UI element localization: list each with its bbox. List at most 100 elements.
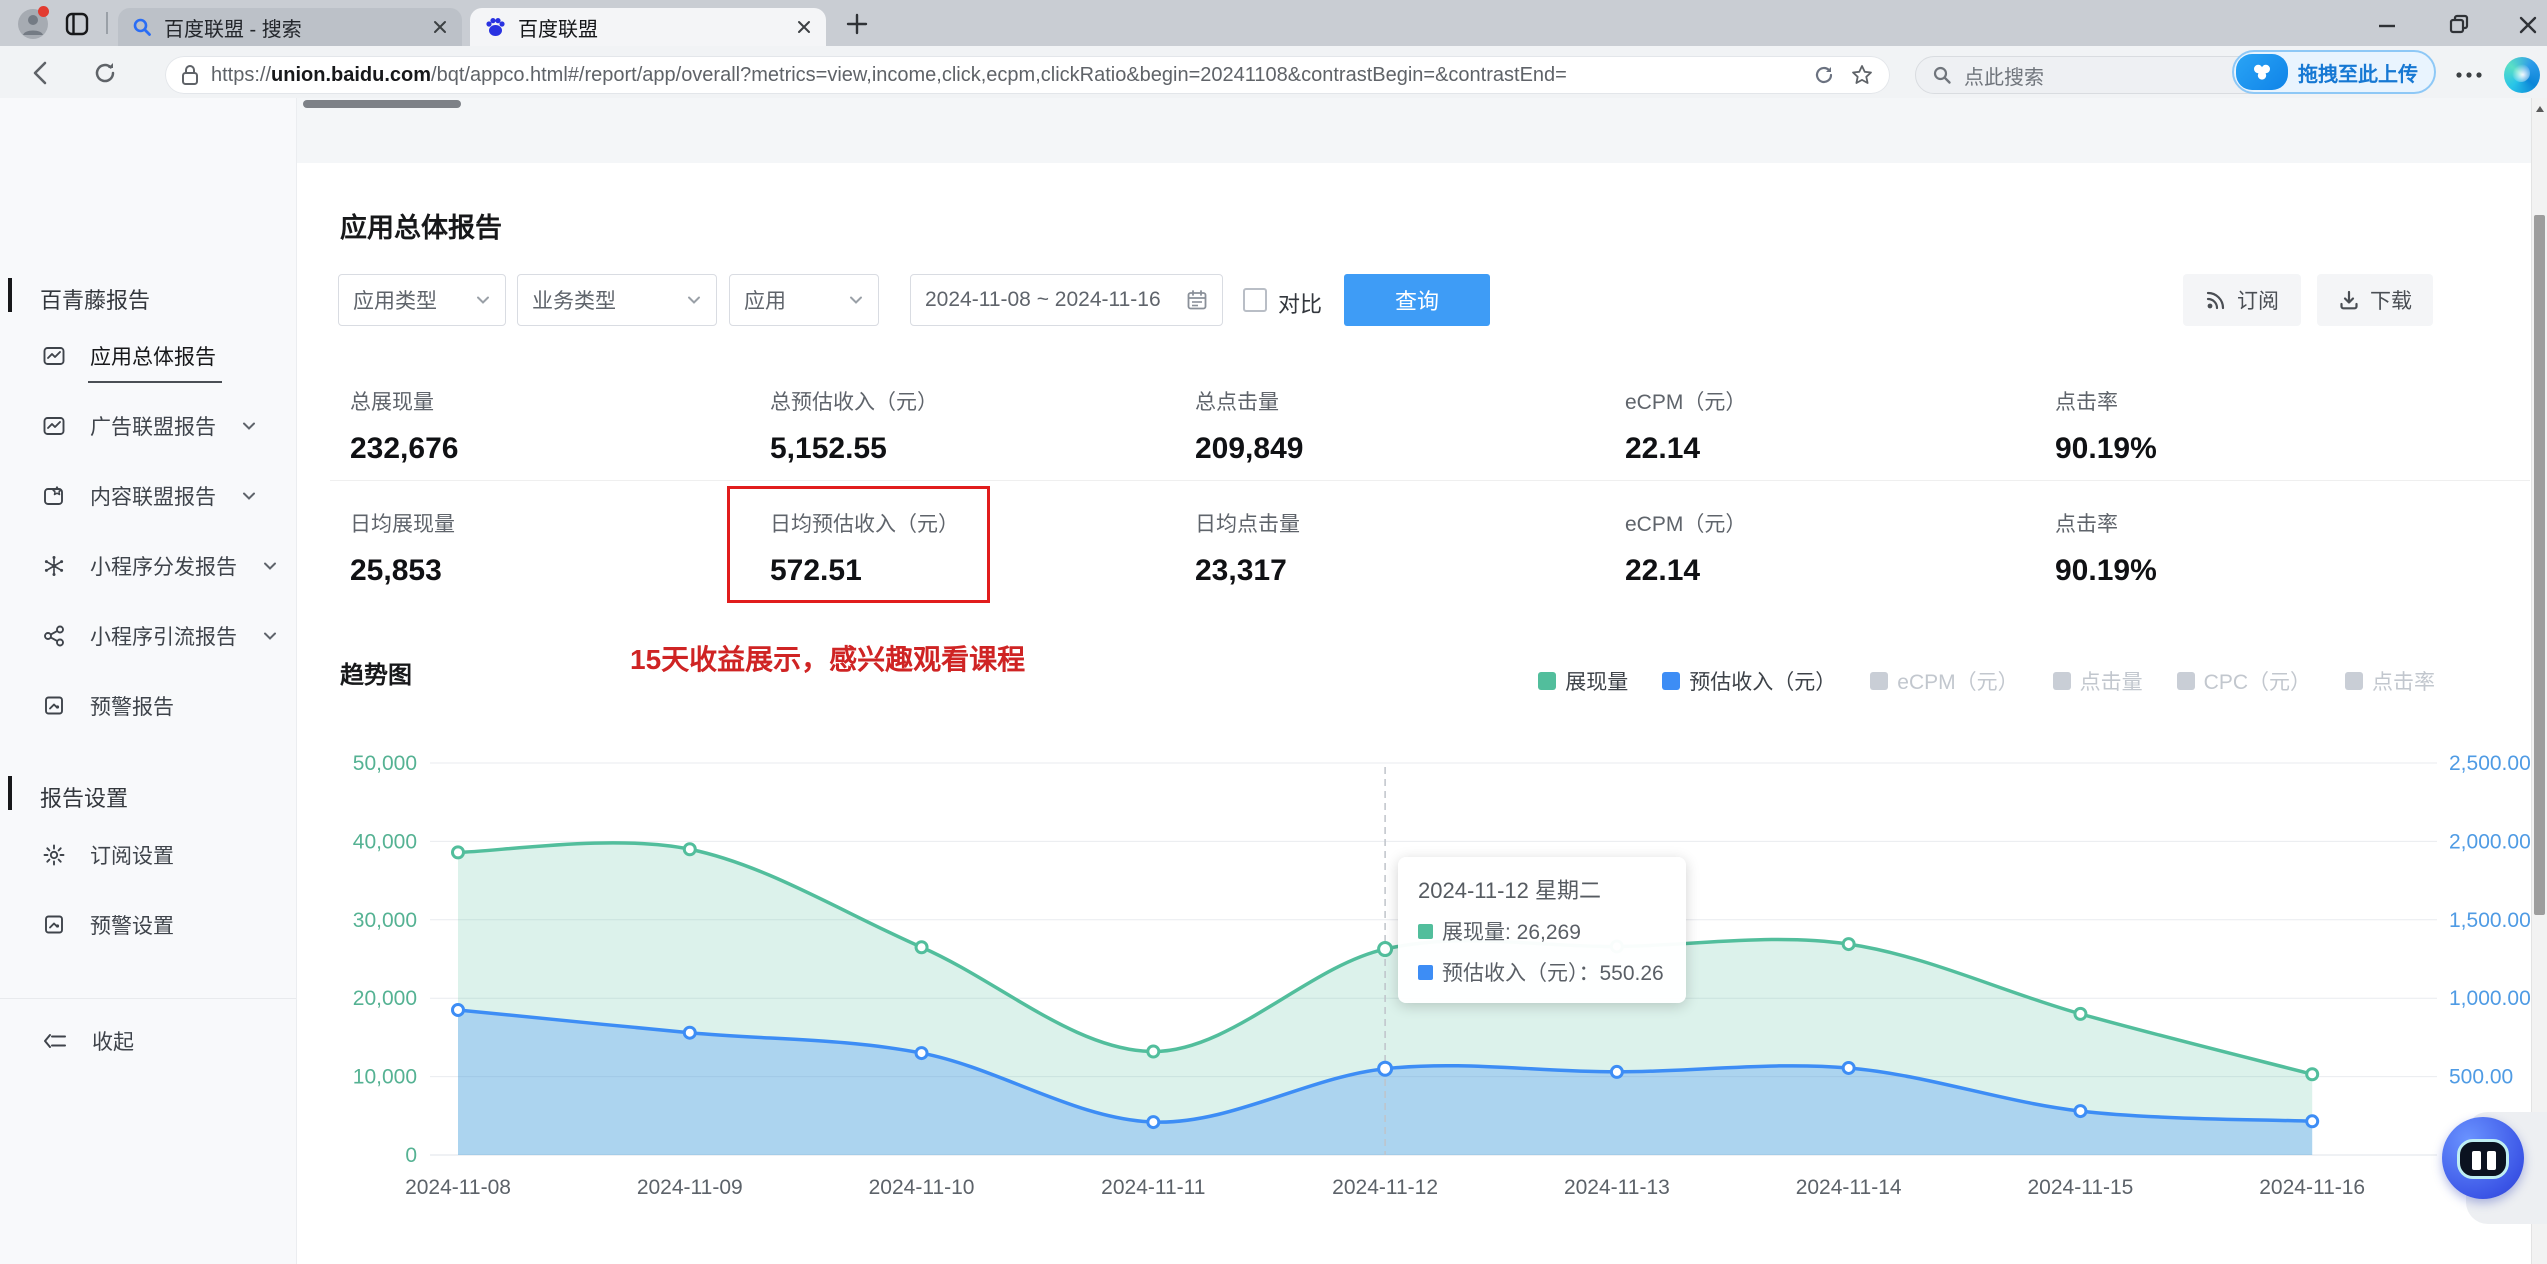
browser-tab-active[interactable]: 百度联盟 (470, 8, 826, 46)
url-bar[interactable]: https://union.baidu.com/bqt/appco.html#/… (165, 56, 1890, 94)
legend-item-income[interactable]: 预估收入（元） (1662, 666, 1836, 696)
annotation-text: 15天收益展示，感兴趣观看课程 (630, 644, 1026, 675)
subscribe-button[interactable]: 订阅 (2183, 274, 2301, 326)
robot-face-icon (2457, 1139, 2509, 1179)
netdisk-cloud-icon (2254, 64, 2270, 80)
legend-item-ctr[interactable]: 点击率 (2345, 666, 2435, 696)
legend-item-cpc[interactable]: CPC（元） (2176, 666, 2311, 696)
reload-sparkle-icon[interactable] (1812, 63, 1836, 87)
close-tab-icon[interactable] (796, 19, 812, 35)
svg-text:40,000: 40,000 (353, 830, 417, 853)
scrollbar-thumb[interactable] (2534, 215, 2545, 915)
report-chart-icon (43, 417, 65, 435)
netdisk-label: 拖拽至此上传 (2298, 63, 2418, 86)
sidebar-item-label: 广告联盟报告 (90, 416, 216, 439)
back-icon[interactable] (28, 60, 54, 86)
alert-settings-icon (45, 915, 63, 934)
rss-icon (2206, 291, 2225, 310)
tooltip-swatch (1418, 923, 1433, 939)
legend-item-views[interactable]: 展现量 (1538, 666, 1628, 696)
tab-divider (106, 12, 108, 34)
sidebar-item-label: 内容联盟报告 (90, 486, 216, 509)
workspace-icon (65, 12, 89, 36)
date-range-picker[interactable]: 2024-11-08 ~ 2024-11-16 (910, 274, 1223, 326)
stat-total-ctr: 点击率 90.19% (2055, 391, 2157, 465)
restore-window-icon[interactable] (2447, 12, 2471, 36)
app-dropdown[interactable]: 应用 (729, 274, 879, 326)
profile-avatar[interactable] (18, 6, 49, 39)
page-title: 应用总体报告 (340, 213, 502, 243)
svg-text:30,000: 30,000 (353, 909, 417, 932)
subscribe-label: 订阅 (2237, 290, 2279, 313)
legend-swatch (2052, 672, 2071, 690)
dropdown-value: 业务类型 (532, 290, 616, 313)
report-chart-icon (43, 347, 65, 365)
netdisk-upload-button[interactable]: 拖拽至此上传 (2232, 50, 2436, 94)
browser-menu-icon[interactable] (2452, 66, 2486, 84)
calendar-icon (1187, 290, 1207, 310)
browser-tab-search[interactable]: 百度联盟 - 搜索 (118, 8, 462, 46)
sidebar-item-label: 预警设置 (90, 915, 174, 938)
tooltip-row-views: 展现量: 26,269 (1418, 916, 1666, 946)
sidebar-item-label: 小程序引流报告 (90, 626, 237, 649)
new-tab-icon[interactable] (846, 13, 868, 35)
sidebar-item-ad-union[interactable]: 广告联盟报告 (42, 411, 258, 441)
svg-text:2024-11-12: 2024-11-12 (1332, 1176, 1438, 1199)
chevron-down-icon (850, 296, 862, 304)
page-top-band (296, 98, 2531, 163)
download-button[interactable]: 下载 (2317, 274, 2433, 326)
chevron-down-icon (688, 296, 700, 304)
stat-total-views: 总展现量 232,676 (350, 391, 459, 465)
highlight-red-box (727, 486, 990, 603)
legend-item-ecpm[interactable]: eCPM（元） (1870, 666, 2019, 696)
svg-text:2,000.00: 2,000.00 (2449, 830, 2531, 853)
sidebar-item-app-overall[interactable]: 应用总体报告 (42, 341, 216, 371)
tab-title: 百度联盟 (518, 18, 598, 41)
sidebar-collapse-button[interactable]: 收起 (42, 1026, 134, 1056)
svg-text:1,000.00: 1,000.00 (2449, 987, 2531, 1010)
notification-dot-icon (38, 6, 49, 17)
content-report-icon (44, 486, 63, 505)
sidebar-item-subscribe-settings[interactable]: 订阅设置 (42, 840, 174, 870)
close-window-icon[interactable] (2517, 14, 2539, 36)
sidebar-item-miniapp-distribute[interactable]: 小程序分发报告 (42, 551, 279, 581)
stat-total-clicks: 总点击量 209,849 (1195, 391, 1304, 465)
browser-tab-strip: 百度联盟 - 搜索 百度联盟 (0, 0, 2547, 46)
query-button[interactable]: 查询 (1344, 274, 1490, 326)
copilot-icon[interactable] (2504, 57, 2540, 93)
legend-item-clicks[interactable]: 点击量 (2052, 666, 2143, 696)
workspaces-button[interactable] (64, 11, 90, 37)
sidebar-item-alert-report[interactable]: 预警报告 (42, 691, 174, 721)
sidebar-item-label: 预警报告 (90, 696, 174, 719)
sidebar-item-miniapp-traffic[interactable]: 小程序引流报告 (42, 621, 279, 651)
legend-swatch (1538, 672, 1557, 690)
refresh-icon[interactable] (92, 60, 118, 86)
collapse-icon (44, 1034, 66, 1048)
favorite-star-icon[interactable] (1850, 63, 1874, 87)
sidebar: 百青藤报告 应用总体报告 广告联盟报告 内容联盟报告 小程序分发报告 小程序引流… (0, 98, 297, 1264)
svg-text:2024-11-13: 2024-11-13 (1564, 1176, 1670, 1199)
compare-checkbox[interactable] (1243, 288, 1267, 312)
assistant-button[interactable] (2442, 1117, 2524, 1199)
biz-type-dropdown[interactable]: 业务类型 (517, 274, 717, 326)
scroll-up-icon[interactable] (2535, 104, 2545, 114)
sidebar-item-alert-settings[interactable]: 预警设置 (42, 910, 174, 940)
stat-daily-ecpm: eCPM（元） 22.14 (1625, 513, 1747, 587)
tooltip-date: 2024-11-12 星期二 (1418, 878, 1602, 903)
svg-text:0: 0 (405, 1144, 417, 1167)
svg-text:10,000: 10,000 (353, 1066, 417, 1089)
chevron-down-icon (264, 632, 276, 640)
close-tab-icon[interactable] (432, 19, 448, 35)
sidebar-item-content-union[interactable]: 内容联盟报告 (42, 481, 258, 511)
minimize-window-icon[interactable] (2376, 14, 2398, 36)
chevron-down-icon (477, 296, 489, 304)
search-icon (1933, 66, 1951, 84)
app-type-dropdown[interactable]: 应用类型 (338, 274, 506, 326)
svg-text:2024-11-14: 2024-11-14 (1796, 1176, 1902, 1199)
page-top-bar (303, 100, 461, 108)
compare-label: 对比 (1278, 292, 1323, 317)
lock-icon (182, 65, 198, 85)
section-marker (8, 278, 12, 312)
sidebar-section-settings: 报告设置 (40, 786, 129, 811)
stat-daily-views: 日均展现量 25,853 (350, 513, 455, 587)
